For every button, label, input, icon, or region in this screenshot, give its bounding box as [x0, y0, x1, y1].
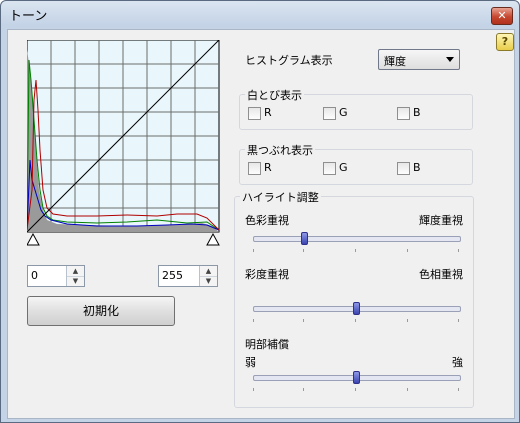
- shadow-clip-g-label: G: [339, 161, 348, 174]
- dialog-client-area: ? 0 ▲ ▼ 255 ▲ ▼ 初期化 ヒストグラム表示 輝度 白とび表示 R …: [7, 29, 515, 419]
- histogram-source-label: ヒストグラム表示: [245, 54, 333, 67]
- highlight-clip-b-label: B: [413, 106, 421, 119]
- white-point-marker[interactable]: [206, 232, 220, 246]
- title-bar[interactable]: トーン ✕: [1, 1, 519, 27]
- min-down-arrow-icon[interactable]: ▼: [67, 276, 84, 286]
- input-min-value[interactable]: 0: [31, 269, 38, 282]
- shadow-clip-r-checkbox[interactable]: [248, 162, 261, 175]
- shadow-clip-g-checkbox[interactable]: [323, 162, 336, 175]
- chevron-down-icon: [446, 57, 454, 62]
- slider3-left-label: 弱: [245, 356, 256, 369]
- max-down-arrow-icon[interactable]: ▼: [200, 276, 217, 286]
- input-min-stepper[interactable]: 0 ▲ ▼: [27, 265, 85, 287]
- highlight-clip-r-checkbox[interactable]: [248, 107, 261, 120]
- tone-dialog: トーン ✕ ? 0 ▲ ▼ 255 ▲ ▼ 初期化 ヒストグラム表示 輝度 白と…: [0, 0, 520, 423]
- shadow-clip-title: 黒つぶれ表示: [245, 142, 315, 158]
- input-max-stepper[interactable]: 255 ▲ ▼: [158, 265, 218, 287]
- shadow-clip-b-label: B: [413, 161, 421, 174]
- highlight-clip-g-checkbox[interactable]: [323, 107, 336, 120]
- highlight-adjust-group: ハイライト調整 色彩重視 輝度重視 彩度重視 色相重視 明部補償 弱 強: [234, 189, 474, 408]
- input-max-value[interactable]: 255: [162, 269, 183, 282]
- slider3-title: 明部補償: [245, 338, 289, 351]
- slider1-thumb[interactable]: [301, 232, 308, 245]
- highlight-clip-group: 白とび表示 R G B: [239, 87, 473, 130]
- slider1-right-label: 輝度重視: [419, 214, 463, 227]
- close-button[interactable]: ✕: [491, 7, 513, 25]
- highlight-clip-title: 白とび表示: [245, 87, 304, 103]
- histogram-source-value: 輝度: [384, 55, 406, 68]
- highlight-clip-b-checkbox[interactable]: [397, 107, 410, 120]
- slider1-left-label: 色彩重視: [245, 214, 289, 227]
- highlight-adjust-title: ハイライト調整: [240, 189, 321, 205]
- shadow-clip-r-label: R: [264, 161, 272, 174]
- reset-button[interactable]: 初期化: [27, 296, 175, 326]
- slider2-right-label: 色相重視: [419, 268, 463, 281]
- shadow-clip-b-checkbox[interactable]: [397, 162, 410, 175]
- slider1-track[interactable]: [253, 236, 461, 242]
- slider3-thumb[interactable]: [352, 371, 360, 384]
- histogram-source-select[interactable]: 輝度: [378, 49, 460, 70]
- slider3-right-label: 強: [452, 356, 463, 369]
- slider2-thumb[interactable]: [352, 302, 360, 315]
- histogram-plot[interactable]: [27, 40, 221, 252]
- highlight-clip-r-label: R: [264, 106, 272, 119]
- shadow-clip-group: 黒つぶれ表示 R G B: [239, 142, 473, 185]
- highlight-clip-g-label: G: [339, 106, 348, 119]
- window-title: トーン: [9, 9, 48, 24]
- help-icon[interactable]: ?: [496, 33, 514, 51]
- black-point-marker[interactable]: [27, 232, 40, 246]
- slider2-left-label: 彩度重視: [245, 268, 289, 281]
